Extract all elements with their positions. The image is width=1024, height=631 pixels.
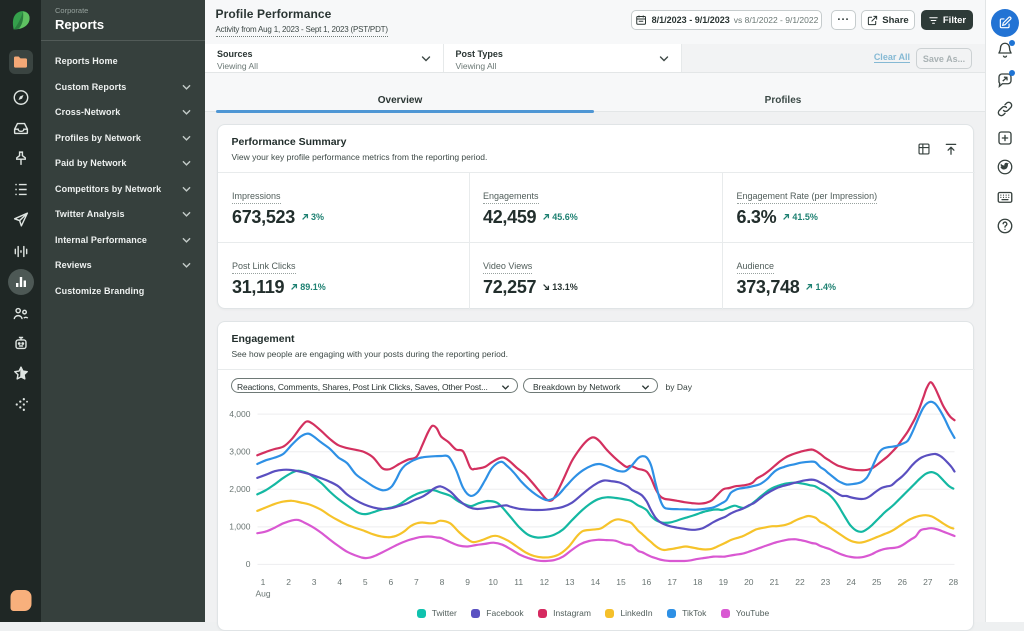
svg-text:19: 19 [718, 577, 728, 587]
svg-text:11: 11 [514, 577, 523, 587]
svg-text:20: 20 [744, 577, 754, 587]
svg-text:16: 16 [641, 577, 651, 587]
svg-text:24: 24 [846, 577, 856, 587]
svg-text:17: 17 [667, 577, 677, 587]
svg-text:18: 18 [692, 577, 702, 587]
svg-text:12: 12 [539, 577, 549, 587]
svg-text:21: 21 [769, 577, 779, 587]
svg-text:15: 15 [616, 577, 626, 587]
svg-text:3: 3 [311, 577, 316, 587]
svg-text:23: 23 [820, 577, 830, 587]
svg-text:26: 26 [897, 577, 907, 587]
svg-text:10: 10 [488, 577, 498, 587]
svg-text:7: 7 [414, 577, 419, 587]
svg-text:4,000: 4,000 [229, 409, 251, 419]
svg-text:22: 22 [795, 577, 805, 587]
svg-text:1,000: 1,000 [229, 522, 251, 532]
svg-text:13: 13 [565, 577, 575, 587]
svg-text:2: 2 [286, 577, 291, 587]
svg-text:3,000: 3,000 [229, 447, 251, 457]
svg-text:2,000: 2,000 [229, 484, 251, 494]
svg-text:27: 27 [923, 577, 933, 587]
svg-text:5: 5 [362, 577, 367, 587]
svg-text:9: 9 [465, 577, 470, 587]
svg-text:6: 6 [388, 577, 393, 587]
svg-text:0: 0 [245, 559, 250, 569]
svg-text:28: 28 [948, 577, 958, 587]
svg-text:1: 1 [260, 577, 265, 587]
svg-text:4: 4 [337, 577, 342, 587]
svg-text:Aug: Aug [255, 589, 270, 599]
svg-text:8: 8 [439, 577, 444, 587]
svg-text:25: 25 [871, 577, 881, 587]
svg-text:14: 14 [590, 577, 600, 587]
